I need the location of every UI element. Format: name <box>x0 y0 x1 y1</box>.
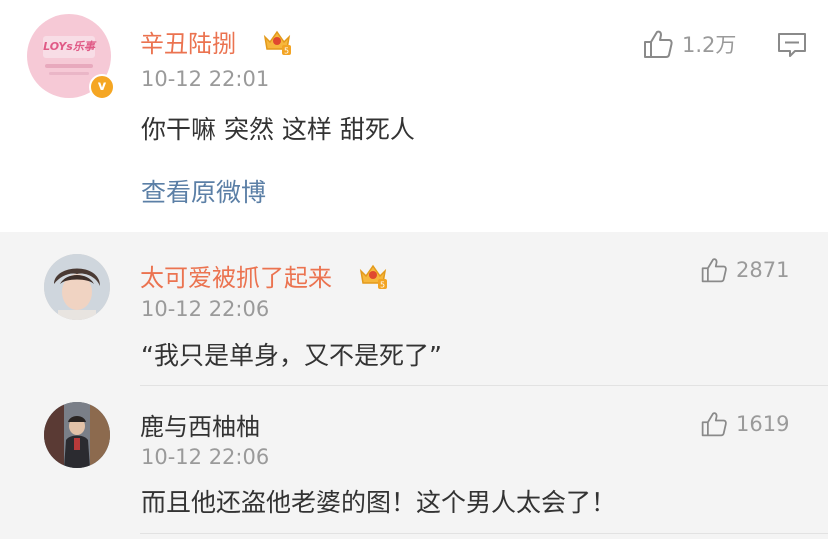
like-count: 1.2万 <box>682 33 737 57</box>
svg-text:5: 5 <box>380 281 385 290</box>
username[interactable]: 太可爱被抓了起来 <box>140 258 332 293</box>
username[interactable]: 鹿与西柚柚 <box>140 407 260 442</box>
timestamp: 10-12 22:01 <box>141 67 270 91</box>
avatar-decoration <box>49 72 89 75</box>
main-comment: LOYs乐事 v 辛丑陆捌 5 10-12 22:01 你干嘛 突然 这样 甜死… <box>0 0 828 232</box>
avatar-decoration <box>45 64 93 68</box>
vip-crown-icon: 5 <box>359 264 387 290</box>
avatar-photo <box>44 402 110 468</box>
thumbs-up-icon <box>644 30 673 58</box>
avatar-logo: LOYs乐事 <box>43 36 95 58</box>
thumbs-up-icon <box>701 412 727 437</box>
view-original-link[interactable]: 查看原微博 <box>141 173 266 209</box>
comment-text: 你干嘛 突然 这样 甜死人 <box>141 115 415 144</box>
verified-badge-icon: v <box>89 74 115 100</box>
comment-text: 而且他还盗他老婆的图！这个男人太会了！ <box>141 488 617 517</box>
avatar[interactable] <box>44 254 110 320</box>
divider <box>140 385 828 386</box>
like-button[interactable]: 1.2万 <box>642 28 736 60</box>
like-count: 1619 <box>736 412 790 436</box>
like-button[interactable]: 1619 <box>700 410 789 438</box>
avatar-photo <box>44 254 110 320</box>
timestamp: 10-12 22:06 <box>141 297 270 321</box>
username[interactable]: 辛丑陆捌 <box>140 24 236 59</box>
vip-crown-icon: 5 <box>263 30 291 56</box>
svg-text:5: 5 <box>284 47 289 56</box>
comment-icon[interactable] <box>777 31 807 59</box>
thumbs-up-icon <box>701 258 727 283</box>
avatar[interactable] <box>44 402 110 468</box>
like-count: 2871 <box>736 258 790 282</box>
divider <box>140 533 828 534</box>
comment-text: “我只是单身，又不是死了” <box>141 341 442 370</box>
timestamp: 10-12 22:06 <box>141 445 270 469</box>
like-button[interactable]: 2871 <box>700 256 789 284</box>
